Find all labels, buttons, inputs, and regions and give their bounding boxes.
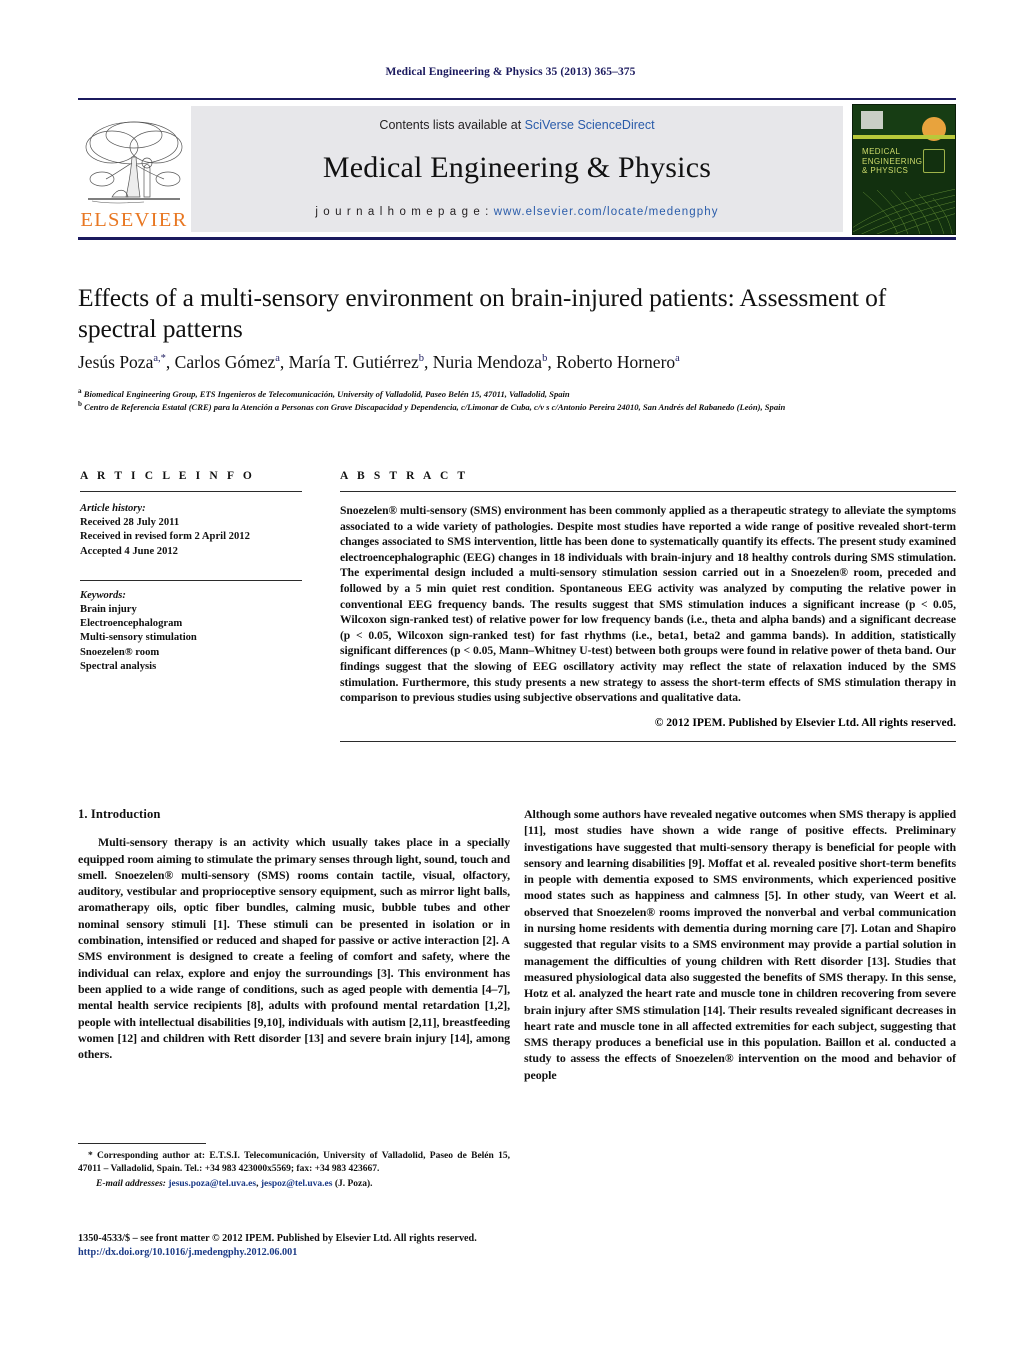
- keyword-item: Electroencephalogram: [80, 618, 183, 630]
- author-affil-marker: b: [542, 353, 548, 365]
- keywords-block: Keywords: Brain injury Electroencephalog…: [80, 589, 302, 674]
- journal-article-page: Medical Engineering & Physics 35 (2013) …: [0, 0, 1021, 1351]
- intro-paragraph-1: Multi-sensory therapy is an activity whi…: [78, 835, 510, 1062]
- cover-elsevier-mark: [861, 111, 883, 129]
- keyword-item: Spectral analysis: [80, 660, 157, 672]
- journal-cover-thumbnail: MEDICAL ENGINEERING & PHYSICS: [852, 104, 956, 235]
- email-link-2[interactable]: jespoz@tel.uva.es: [261, 1179, 333, 1189]
- keywords-label: Keywords:: [80, 589, 126, 601]
- body-column-right: Although some authors have revealed nega…: [524, 806, 956, 1083]
- journal-homepage-line: j o u r n a l h o m e p a g e : www.else…: [191, 206, 843, 218]
- abstract-rule: [340, 491, 956, 492]
- author-affil-marker: a,*: [153, 353, 166, 365]
- keyword-item: Multi-sensory stimulation: [80, 632, 197, 644]
- elsevier-wordmark: ELSEVIER: [80, 208, 188, 231]
- front-matter-block: 1350-4533/$ – see front matter © 2012 IP…: [78, 1232, 638, 1261]
- article-info-heading: A R T I C L E I N F O: [80, 470, 255, 482]
- abstract-bottom-rule: [340, 740, 956, 742]
- affiliation-b: b Centro de Referencia Estatal (CRE) par…: [78, 400, 786, 412]
- article-info-rule: [80, 491, 302, 492]
- keywords-rule: [80, 579, 302, 581]
- issn-copyright-line: 1350-4533/$ – see front matter © 2012 IP…: [78, 1233, 477, 1244]
- abstract-text: Snoezelen® multi-sensory (SMS) environme…: [340, 504, 956, 705]
- page-title: Effects of a multi-sensory environment o…: [78, 283, 887, 343]
- history-item: Received 28 July 2011: [80, 517, 180, 529]
- elsevier-tree-icon: [85, 121, 183, 203]
- corresponding-author-text: * Corresponding author at: E.T.S.I. Tele…: [78, 1151, 510, 1174]
- history-item: Accepted 4 June 2012: [80, 545, 178, 557]
- sciencedirect-link[interactable]: SciVerse ScienceDirect: [525, 118, 655, 132]
- abstract-block: A B S T R A C T Snoezelen® multi-sensory…: [340, 470, 956, 742]
- cover-mesh-graphic: [853, 189, 955, 234]
- intro-paragraph-2: Although some authors have revealed nega…: [524, 807, 956, 1082]
- running-head: Medical Engineering & Physics 35 (2013) …: [385, 66, 636, 78]
- author-affil-marker: a: [275, 353, 280, 365]
- doi-link[interactable]: http://dx.doi.org/10.1016/j.medengphy.20…: [78, 1246, 638, 1260]
- abstract-copyright: © 2012 IPEM. Published by Elsevier Ltd. …: [654, 715, 956, 729]
- email-suffix: (J. Poza).: [334, 1179, 373, 1190]
- homepage-label: j o u r n a l h o m e p a g e :: [315, 206, 494, 218]
- keyword-item: Snoezelen® room: [80, 646, 160, 658]
- elsevier-logo: ELSEVIER: [78, 104, 190, 234]
- email-addresses-line: E-mail addresses: jesus.poza@tel.uva.es,…: [78, 1178, 510, 1191]
- history-item: Received in revised form 2 April 2012: [80, 531, 250, 543]
- corresponding-author-footnote: * Corresponding author at: E.T.S.I. Tele…: [78, 1143, 510, 1191]
- journal-masthead: ELSEVIER Contents lists available at Sci…: [78, 98, 956, 240]
- abstract-heading: A B S T R A C T: [340, 470, 469, 482]
- masthead-top-rule: [78, 98, 956, 100]
- homepage-url[interactable]: www.elsevier.com/locate/medengphy: [494, 206, 719, 218]
- contents-line: Contents lists available at SciVerse Sci…: [191, 118, 843, 132]
- masthead-bottom-rule: [78, 237, 956, 240]
- affiliation-b-text: Centro de Referencia Estatal (CRE) para …: [84, 401, 786, 412]
- keyword-item: Brain injury: [80, 604, 137, 616]
- author-affil-marker: a: [675, 353, 680, 365]
- contents-prefix: Contents lists available at: [379, 118, 525, 132]
- email-link-1[interactable]: jesus.poza@tel.uva.es: [168, 1179, 256, 1189]
- cover-accent-band: [853, 135, 955, 139]
- body-column-left: 1. Introduction Multi-sensory therapy is…: [78, 806, 510, 1062]
- author-list: Jesús Pozaa,*, Carlos Gómeza, María T. G…: [78, 352, 680, 372]
- author-affil-marker: b: [418, 353, 424, 365]
- footnote-rule: [78, 1143, 206, 1144]
- article-history-label: Article history:: [80, 503, 146, 514]
- journal-banner: Contents lists available at SciVerse Sci…: [191, 106, 843, 232]
- journal-title: Medical Engineering & Physics: [322, 151, 712, 184]
- article-info-block: A R T I C L E I N F O Article history: R…: [80, 470, 302, 674]
- email-label: E-mail addresses:: [96, 1179, 166, 1190]
- section-heading-introduction: 1. Introduction: [78, 807, 161, 821]
- article-history: Article history: Received 28 July 2011 R…: [80, 502, 302, 559]
